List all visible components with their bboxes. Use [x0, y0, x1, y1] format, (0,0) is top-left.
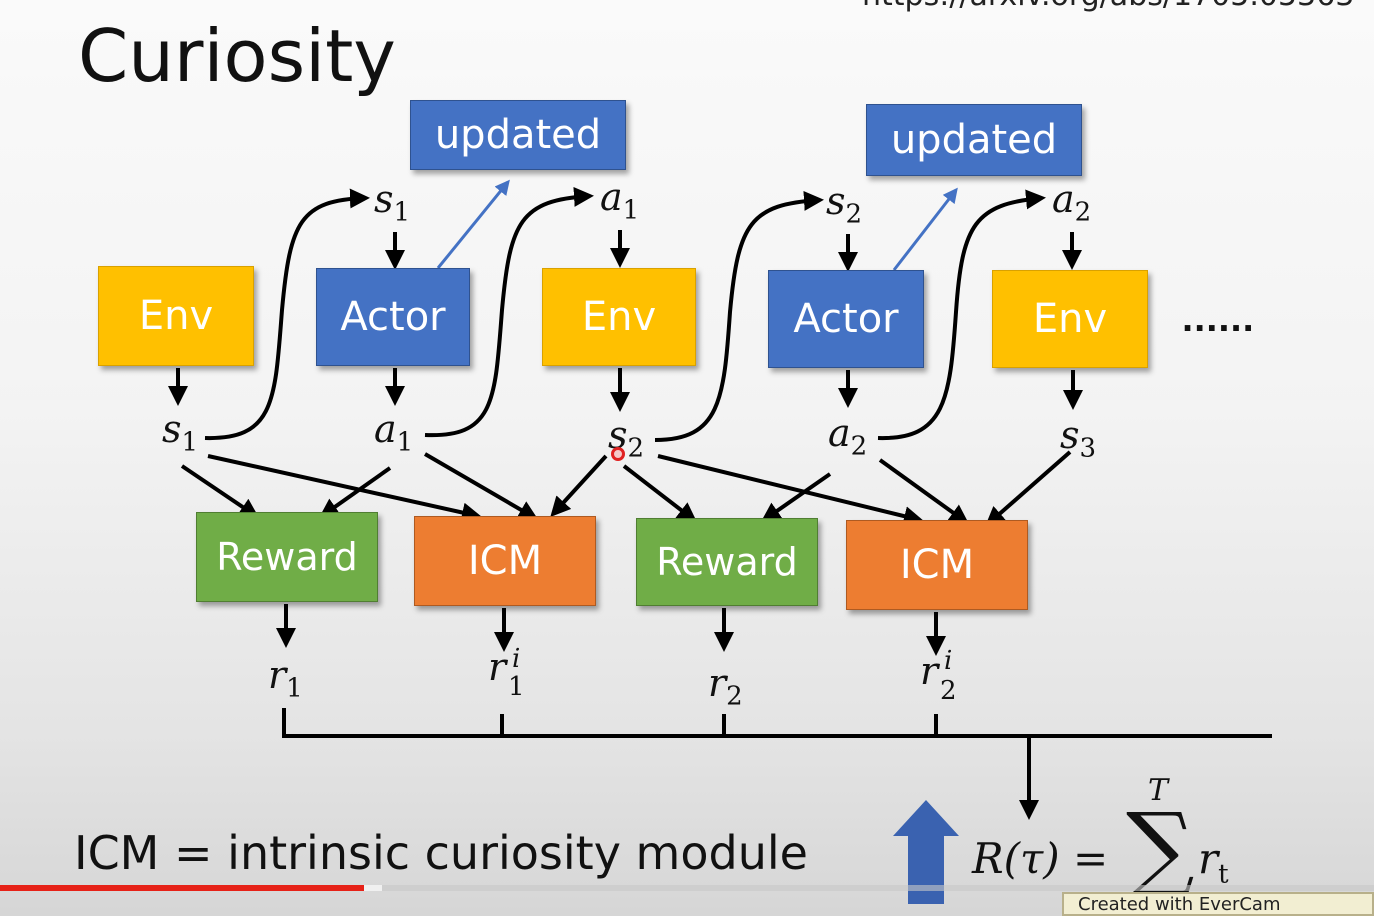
arrow-s1-icm1: [207, 454, 482, 523]
arrow-a1-reward1: [318, 466, 392, 519]
var-ri1: ri1: [488, 644, 525, 702]
icm-box-1: ICM: [414, 516, 596, 606]
icm-box-2: ICM: [846, 520, 1028, 610]
var-r2: r2: [708, 661, 743, 712]
arrow-s2-reward2: [622, 464, 698, 523]
var-s1-top: s1: [374, 177, 411, 228]
arrow-s1-reward1: [180, 464, 260, 519]
env-box-3: Env: [992, 270, 1148, 368]
var-s2-top: s2: [826, 179, 863, 230]
reward-box-2: Reward: [636, 518, 818, 606]
actor-box-1: Actor: [316, 268, 470, 366]
caption-icm-definition: ICM = intrinsic curiosity module: [74, 826, 808, 880]
var-a2-top: a2: [1052, 177, 1092, 228]
evercam-watermark: Created with EverCam: [1062, 892, 1374, 916]
paper-url: https://arxiv.org/abs/1705.05363: [862, 0, 1354, 13]
actor-box-2: Actor: [768, 270, 924, 368]
updated-box-1: updated: [410, 100, 626, 170]
ellipsis: ......: [1182, 296, 1255, 340]
arrow-s3-icm2: [984, 450, 1072, 527]
env-box-1: Env: [98, 266, 254, 366]
cursor-pointer-icon: [611, 447, 625, 461]
formula-lhs: R(τ) =: [972, 834, 1109, 883]
arrow-s2-icm2: [657, 454, 924, 526]
formula-term: rt: [1198, 834, 1229, 890]
arrow-s2-icm1: [550, 454, 608, 517]
var-a1-top: a1: [600, 175, 640, 226]
updated-box-2: updated: [866, 104, 1082, 176]
arrow-actor1-updated: [436, 179, 510, 269]
arrow-actor2-updated: [892, 187, 958, 271]
reward-box-1: Reward: [196, 512, 378, 602]
var-s1: s1: [162, 407, 199, 458]
var-s3: s3: [1060, 413, 1097, 464]
slide-title: Curiosity: [78, 14, 396, 98]
video-progress-fill: [0, 885, 365, 891]
formula-sum-symbol: ∑: [1126, 792, 1195, 904]
video-progress-bar[interactable]: [0, 885, 1374, 891]
var-ri2: ri2: [920, 646, 957, 706]
var-a1: a1: [374, 407, 414, 458]
var-a2: a2: [828, 411, 868, 462]
env-box-2: Env: [542, 268, 696, 366]
var-r1: r1: [268, 653, 303, 704]
